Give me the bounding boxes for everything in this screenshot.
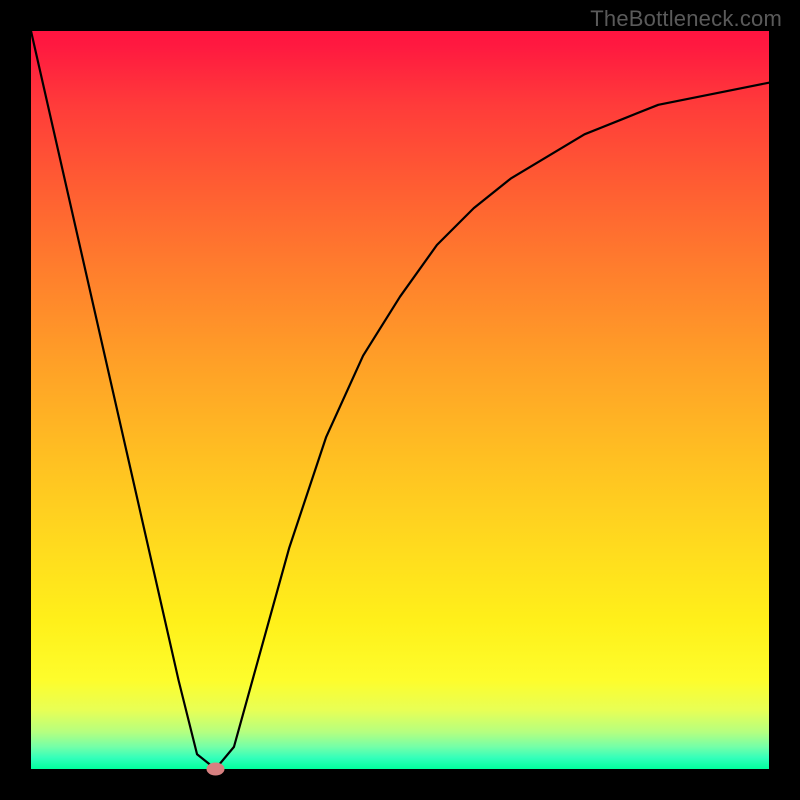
optimum-marker bbox=[207, 763, 225, 776]
chart-overlay bbox=[31, 31, 769, 769]
bottleneck-curve bbox=[31, 31, 769, 769]
chart-frame: TheBottleneck.com bbox=[0, 0, 800, 800]
watermark-text: TheBottleneck.com bbox=[590, 6, 782, 32]
